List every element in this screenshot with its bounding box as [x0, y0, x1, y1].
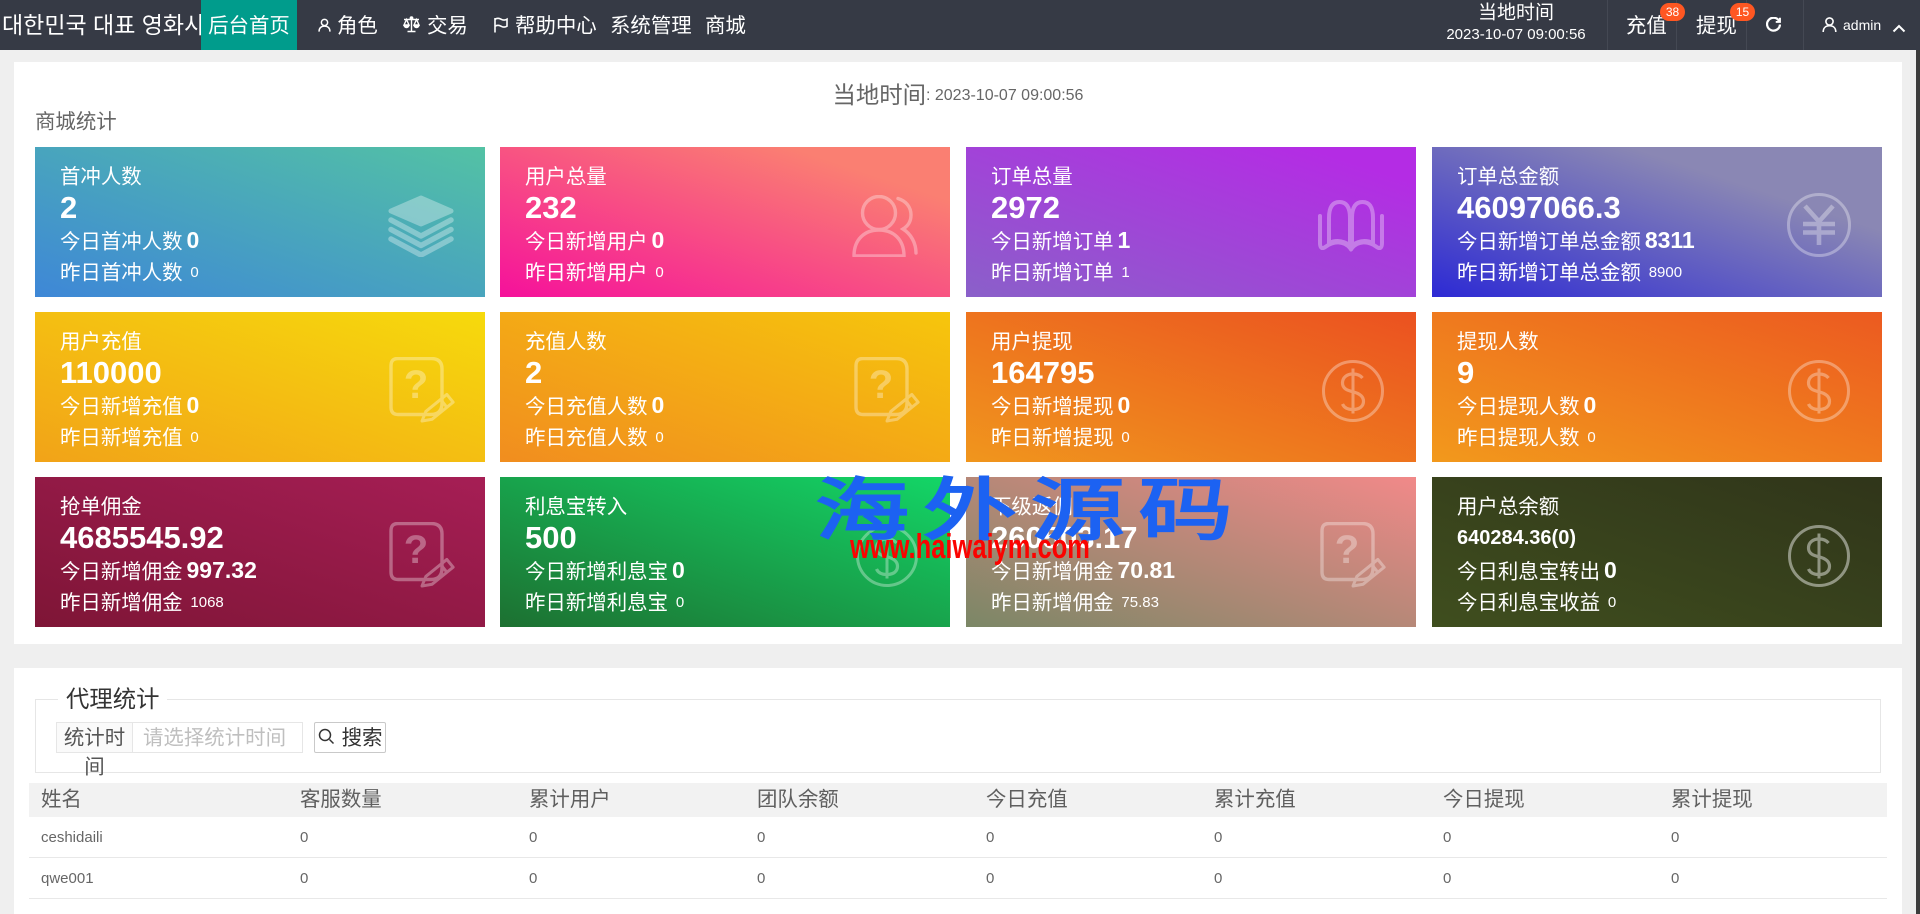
svg-text:?: ?: [1335, 528, 1359, 572]
svg-text:?: ?: [404, 528, 428, 572]
svg-text:?: ?: [404, 363, 428, 407]
svg-text:?: ?: [869, 363, 893, 407]
